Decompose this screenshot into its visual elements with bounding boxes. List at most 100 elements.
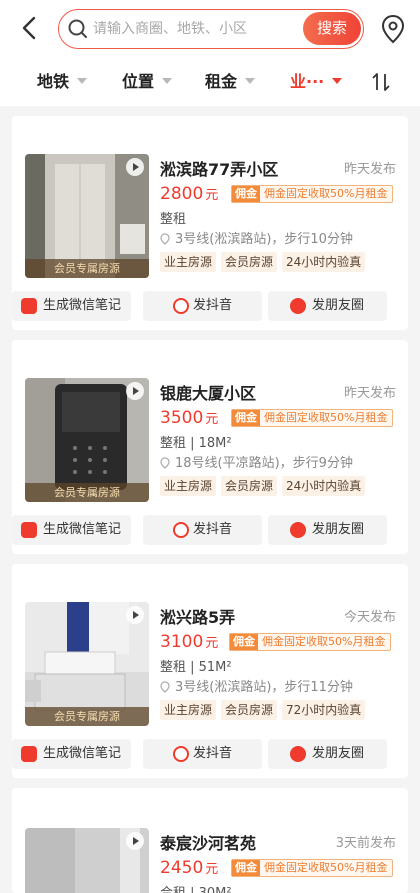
price-unit: 元 [205, 862, 219, 877]
douyin-button[interactable]: 发抖音 [143, 739, 262, 769]
listing-title: 银鹿大厦小区 [160, 384, 257, 403]
commission-tag: 佣金 [232, 186, 260, 202]
listing-tags: 业主房源 会员房源 24小时内验真 [160, 475, 370, 496]
price-unit: 元 [205, 412, 219, 427]
listing-tags: 业主房源 会员房源 24小时内验真 [160, 251, 370, 272]
moments-button[interactable]: 发朋友圈 [268, 291, 387, 321]
posted-time: 3天前发布 [335, 836, 396, 851]
listing-photo[interactable]: 会员专属房源 [25, 154, 149, 278]
listing-spec: 整租 | 18M² [160, 436, 232, 451]
listing-photo[interactable]: 会员专属房源 [25, 378, 149, 502]
search-button[interactable]: 搜索 [303, 12, 361, 45]
metro-info: 3号线(淞滨路站)，步行10分钟 [160, 228, 353, 247]
tag-verified: 24小时内验真 [282, 252, 366, 272]
share-actions: 生成微信笔记 发抖音 发朋友圈 [12, 739, 408, 771]
listing-spec: 整租 [160, 212, 187, 227]
wechat-note-label: 生成微信笔记 [43, 746, 122, 761]
commission-text: 佣金固定收取50%月租金 [264, 411, 388, 424]
tag-member: 会员房源 [221, 700, 278, 720]
listing-photo[interactable]: 会员专属房源 [25, 602, 149, 726]
play-icon[interactable] [126, 382, 144, 400]
tag-owner: 业主房源 [160, 476, 217, 496]
commission-tag: 佣金 [232, 410, 260, 426]
price: 2800 元 [160, 184, 218, 204]
commission-badge: 佣金 佣金固定收取50%月租金 [231, 185, 394, 203]
location-icon[interactable] [380, 14, 406, 44]
price-value: 3100 [160, 632, 204, 652]
douyin-icon [173, 298, 189, 314]
search-input[interactable] [93, 16, 293, 42]
search-icon [68, 19, 87, 38]
price-value: 2800 [160, 184, 204, 204]
posted-time: 昨天发布 [343, 386, 396, 401]
commission-badge: 佣金 佣金固定收取50%月租金 [231, 409, 394, 427]
location-pin-icon [160, 680, 170, 693]
commission-badge: 佣金 佣金固定收取50%月租金 [229, 633, 392, 651]
play-icon[interactable] [126, 832, 144, 850]
price-value: 2450 [160, 858, 204, 878]
moments-label: 发朋友圈 [312, 746, 365, 761]
location-pin-icon [160, 456, 170, 469]
wechat-note-button[interactable]: 生成微信笔记 [12, 291, 131, 321]
wechat-icon [21, 746, 37, 762]
filter-location[interactable]: 位置 [122, 71, 173, 93]
top-bar: 搜索 [0, 0, 420, 58]
listing-card[interactable]: 会员专属房源 淞兴路5弄 今天发布 3100 元 佣金 佣金固定收取50%月租金 整… [12, 564, 408, 778]
wechat-note-button[interactable]: 生成微信笔记 [12, 739, 131, 769]
douyin-button[interactable]: 发抖音 [143, 515, 262, 545]
share-actions: 生成微信笔记 发抖音 发朋友圈 [12, 515, 408, 547]
moments-icon [290, 522, 306, 538]
tag-owner: 业主房源 [160, 252, 217, 272]
listing-spec: 整租 | 51M² [160, 660, 232, 675]
metro-info: 18号线(平凉路站)，步行9分钟 [160, 452, 353, 471]
moments-button[interactable]: 发朋友圈 [268, 515, 387, 545]
tag-verified: 72小时内验真 [282, 700, 366, 720]
listing-card[interactable]: 会员专属房源 淞滨路77弄小区 昨天发布 2800 元 佣金 佣金固定收取50%月租… [12, 116, 408, 330]
filter-rent[interactable]: 租金 [205, 71, 256, 93]
wechat-note-button[interactable]: 生成微信笔记 [12, 515, 131, 545]
commission-tag: 佣金 [232, 860, 260, 876]
listing-title: 泰宸沙河茗苑 [160, 834, 257, 853]
moments-icon [290, 746, 306, 762]
douyin-icon [173, 522, 189, 538]
price-unit: 元 [205, 636, 219, 651]
listing-card[interactable]: 泰宸沙河茗苑 3天前发布 2450元 佣金佣金固定收取50%月租金 合租 | 3… [12, 788, 408, 893]
commission-tag: 佣金 [230, 634, 258, 650]
tag-member: 会员房源 [221, 476, 278, 496]
price-unit: 元 [205, 188, 219, 203]
chevron-down-icon [245, 78, 256, 84]
play-icon[interactable] [126, 606, 144, 624]
listing-card[interactable]: 会员专属房源 银鹿大厦小区 昨天发布 3500 元 佣金 佣金固定收取50%月租金 … [12, 340, 408, 554]
search-box[interactable]: 搜索 [58, 9, 364, 49]
listing-spec: 合租 | 30M² [160, 882, 232, 893]
douyin-button[interactable]: 发抖音 [143, 291, 262, 321]
douyin-label: 发抖音 [193, 746, 233, 761]
filter-more[interactable]: 业··· [290, 71, 343, 93]
moments-label: 发朋友圈 [312, 522, 365, 537]
back-arrow-icon[interactable] [18, 14, 42, 42]
douyin-icon [173, 746, 189, 762]
listing-photo[interactable] [25, 828, 149, 893]
listing-tags: 业主房源 会员房源 72小时内验真 [160, 699, 370, 720]
filter-subway-label: 地铁 [37, 72, 70, 91]
price: 2450 元 [160, 858, 218, 878]
member-ribbon: 会员专属房源 [25, 707, 149, 726]
moments-label: 发朋友圈 [312, 298, 365, 313]
moments-icon [290, 298, 306, 314]
wechat-icon [21, 298, 37, 314]
moments-button[interactable]: 发朋友圈 [268, 739, 387, 769]
price-value: 3500 [160, 408, 204, 428]
chevron-down-icon [77, 78, 88, 84]
filter-subway[interactable]: 地铁 [37, 71, 88, 93]
metro-info: 3号线(淞滨路站)，步行11分钟 [160, 676, 353, 695]
tag-member: 会员房源 [221, 252, 278, 272]
sort-icon[interactable] [370, 71, 392, 93]
metro-text: 3号线(淞滨路站)，步行11分钟 [175, 680, 353, 695]
play-icon[interactable] [126, 158, 144, 176]
price: 3100 元 [160, 632, 218, 652]
member-ribbon: 会员专属房源 [25, 259, 149, 278]
filter-location-label: 位置 [122, 72, 155, 91]
price: 3500 元 [160, 408, 218, 428]
posted-time: 昨天发布 [343, 162, 396, 177]
chevron-down-icon [332, 78, 343, 84]
